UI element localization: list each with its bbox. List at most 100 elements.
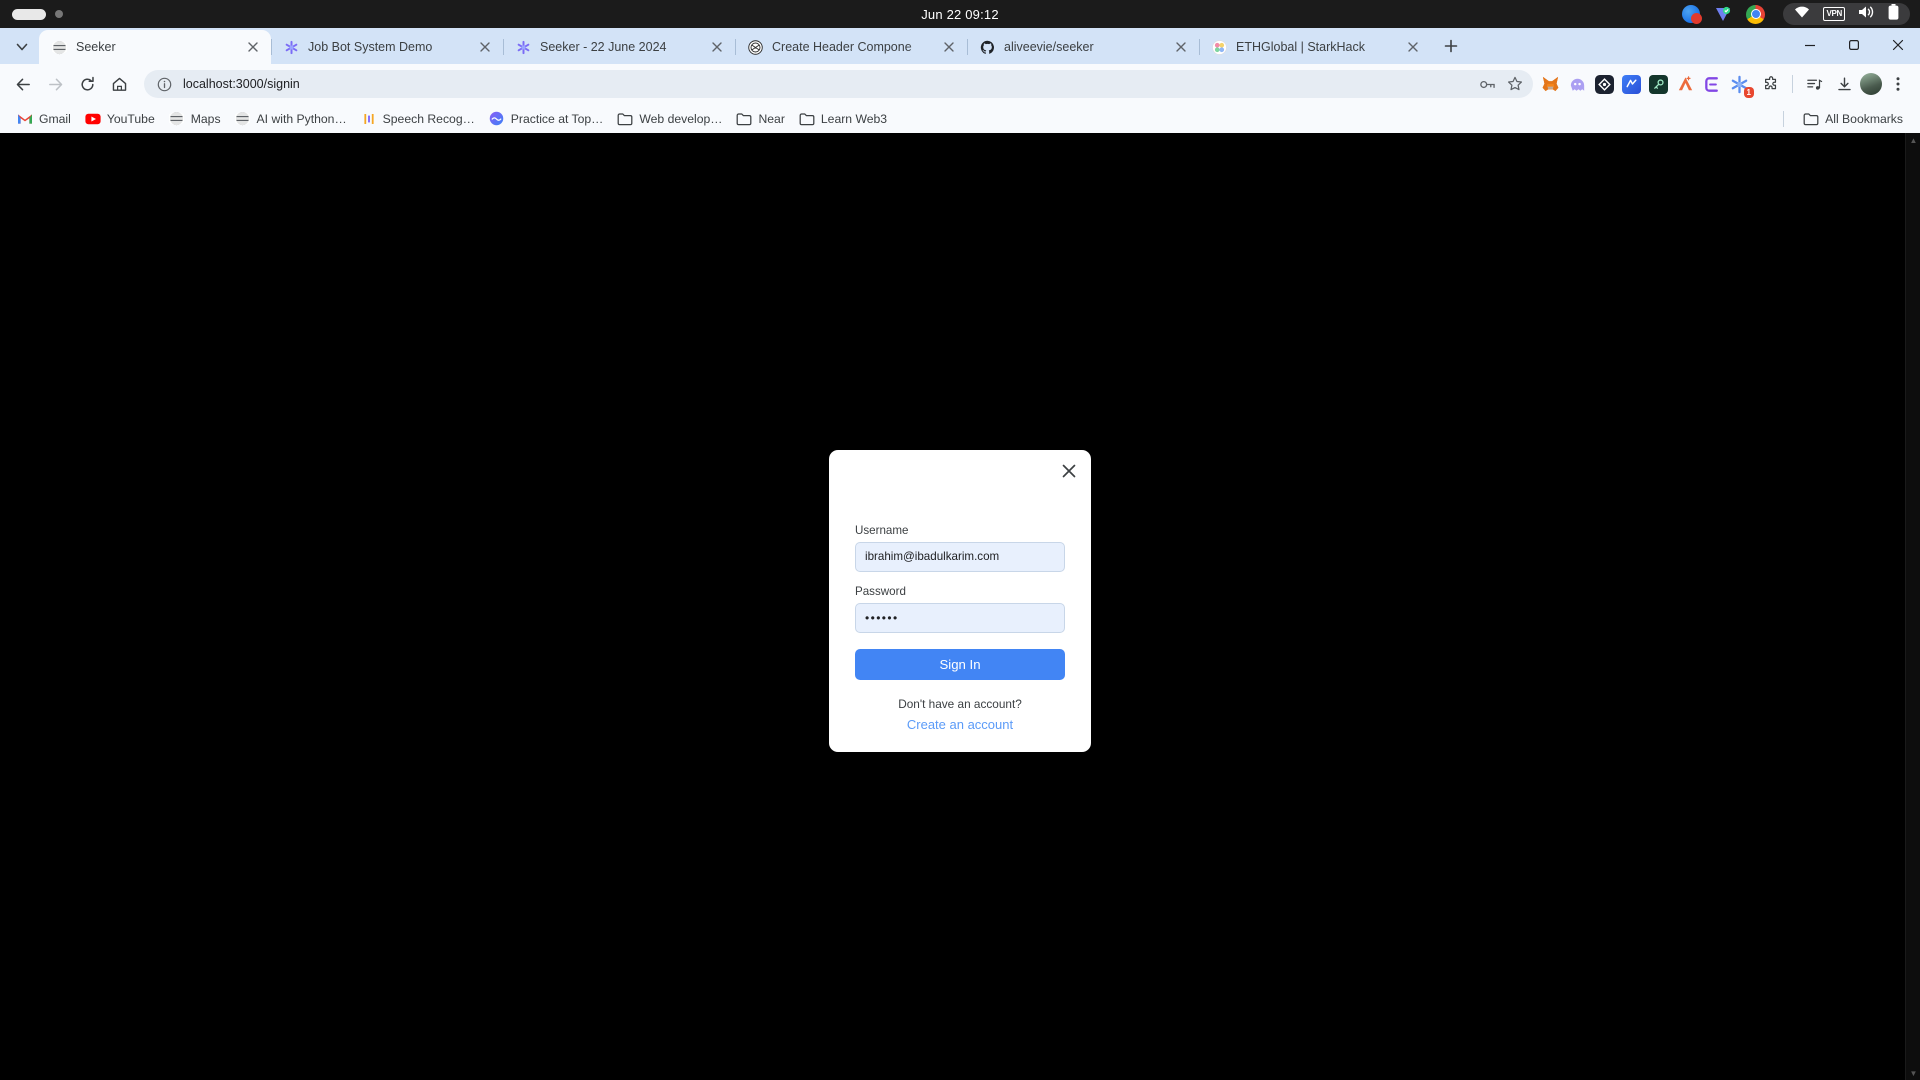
bookmark-folder-near[interactable]: Near	[729, 108, 791, 130]
all-bookmarks-label: All Bookmarks	[1825, 111, 1903, 126]
browser-tab[interactable]: Seeker - 22 June 2024	[503, 30, 735, 64]
bookmark-folder-web-development[interactable]: Web develop…	[610, 108, 729, 130]
bookmarks-divider	[1783, 110, 1785, 127]
username-input[interactable]	[855, 541, 1065, 572]
browser-window: Seeker Job Bot System Demo Seeker - 22 J…	[0, 28, 1920, 1080]
browser-tab[interactable]: Create Header Compone	[735, 30, 967, 64]
folder-icon	[799, 111, 815, 127]
bookmark-label: Practice at Top…	[510, 111, 604, 126]
close-icon[interactable]	[244, 39, 261, 56]
ethglobal-icon	[1211, 39, 1227, 55]
close-icon[interactable]	[1404, 39, 1421, 56]
speech-bars-icon	[361, 111, 377, 127]
os-status-group[interactable]: VPN	[1783, 3, 1910, 25]
url-text[interactable]: localhost:3000/signin	[183, 77, 1469, 91]
create-account-link[interactable]: Create an account	[855, 717, 1065, 732]
os-window-pill[interactable]	[12, 8, 46, 20]
signin-form: Username Password Sign In Don't have an …	[843, 524, 1077, 732]
tab-title: aliveevie/seeker	[1004, 40, 1094, 54]
os-clock[interactable]: Jun 22 09:12	[921, 7, 999, 22]
extensions-puzzle-icon[interactable]	[1757, 70, 1785, 98]
close-icon[interactable]	[1059, 461, 1079, 481]
maximize-button[interactable]	[1832, 30, 1876, 60]
close-icon[interactable]	[940, 39, 957, 56]
browser-tab[interactable]: aliveevie/seeker	[967, 30, 1199, 64]
wifi-icon[interactable]	[1794, 5, 1810, 23]
phantom-extension-icon[interactable]	[1568, 75, 1587, 94]
profile-avatar[interactable]	[1860, 73, 1882, 95]
os-activities-area[interactable]	[0, 8, 63, 20]
bookmark-maps[interactable]: Maps	[162, 108, 228, 130]
browser-tab[interactable]: Seeker	[39, 30, 271, 64]
reload-button[interactable]	[72, 69, 102, 99]
battery-icon[interactable]	[1888, 3, 1899, 25]
bookmark-speech-recog[interactable]: Speech Recog…	[354, 108, 482, 130]
chrome-icon[interactable]	[1746, 4, 1766, 24]
bookmark-label: Speech Recog…	[382, 111, 475, 126]
gradient-circle-icon	[489, 111, 505, 127]
bookmark-youtube[interactable]: YouTube	[78, 108, 162, 130]
close-icon[interactable]	[476, 39, 493, 56]
enkrypt-extension-icon[interactable]	[1703, 75, 1722, 94]
folder-icon	[617, 111, 633, 127]
new-tab-button[interactable]	[1437, 32, 1465, 60]
bookmark-label: AI with Python…	[256, 111, 347, 126]
bookmark-label: Maps	[190, 111, 221, 126]
folder-icon	[1803, 111, 1819, 127]
scroll-down-arrow[interactable]: ▼	[1906, 1066, 1920, 1080]
vpn-icon[interactable]: VPN	[1823, 7, 1845, 21]
chrome-menu-icon[interactable]	[1884, 70, 1912, 98]
browser-toolbar: localhost:3000/signin 1	[0, 64, 1920, 104]
close-icon[interactable]	[1172, 39, 1189, 56]
back-button[interactable]	[8, 69, 38, 99]
keyring-extension-icon[interactable]	[1649, 74, 1668, 94]
argent-extension-icon[interactable]	[1622, 74, 1641, 94]
close-window-button[interactable]	[1876, 30, 1920, 60]
metamask-extension-icon[interactable]	[1541, 75, 1560, 94]
password-manager-icon[interactable]	[1479, 76, 1496, 93]
tab-title: Seeker	[76, 40, 116, 54]
all-bookmarks-button[interactable]: All Bookmarks	[1796, 108, 1910, 130]
signin-footer: Don't have an account? Create an account	[855, 697, 1065, 732]
field-gap	[855, 572, 1065, 585]
bookmark-ai-with-python[interactable]: AI with Python…	[228, 108, 354, 130]
os-system-tray: VPN	[1682, 0, 1910, 28]
close-icon[interactable]	[708, 39, 725, 56]
all-bookmarks-area: All Bookmarks	[1783, 108, 1910, 130]
password-label: Password	[855, 584, 906, 598]
page-scrollbar[interactable]: ▲ ▼	[1905, 133, 1920, 1080]
window-controls	[1788, 30, 1920, 60]
os-top-bar: Jun 22 09:12 VPN	[0, 0, 1920, 28]
volume-icon[interactable]	[1858, 5, 1875, 24]
bookmark-folder-learn-web3[interactable]: Learn Web3	[792, 108, 894, 130]
sign-in-button[interactable]: Sign In	[855, 648, 1065, 680]
password-input[interactable]	[855, 602, 1065, 633]
tab-search-button[interactable]	[8, 33, 36, 61]
chatgpt-icon	[747, 39, 763, 55]
bookmark-gmail[interactable]: Gmail	[10, 108, 78, 130]
notion-extension-icon[interactable]: 1	[1730, 75, 1754, 98]
tab-title: Create Header Compone	[772, 40, 912, 54]
youtube-icon	[85, 111, 101, 127]
globe-icon	[51, 39, 67, 55]
home-button[interactable]	[104, 69, 134, 99]
chat-badge-icon[interactable]	[1682, 5, 1703, 24]
bookmark-star-icon[interactable]	[1506, 76, 1523, 93]
browser-tab[interactable]: ETHGlobal | StarkHack	[1199, 30, 1431, 64]
rabby-extension-icon[interactable]	[1595, 74, 1614, 94]
forward-button[interactable]	[40, 69, 70, 99]
browser-tab[interactable]: Job Bot System Demo	[271, 30, 503, 64]
address-bar[interactable]: localhost:3000/signin	[144, 70, 1533, 98]
tab-strip: Seeker Job Bot System Demo Seeker - 22 J…	[0, 28, 1920, 64]
downloads-icon[interactable]	[1830, 70, 1858, 98]
os-workspace-dot[interactable]	[55, 10, 63, 18]
site-info-icon[interactable]	[156, 76, 173, 93]
bookmark-label: Gmail	[39, 111, 71, 126]
minimize-button[interactable]	[1788, 30, 1832, 60]
adobe-extension-icon[interactable]	[1676, 75, 1695, 94]
bookmarks-bar: Gmail YouTube Maps AI with Python… Speec…	[0, 104, 1920, 133]
reading-list-icon[interactable]	[1800, 70, 1828, 98]
bookmark-practice-at-top[interactable]: Practice at Top…	[482, 108, 611, 130]
verification-icon[interactable]	[1714, 5, 1732, 23]
scroll-up-arrow[interactable]: ▲	[1906, 133, 1920, 147]
